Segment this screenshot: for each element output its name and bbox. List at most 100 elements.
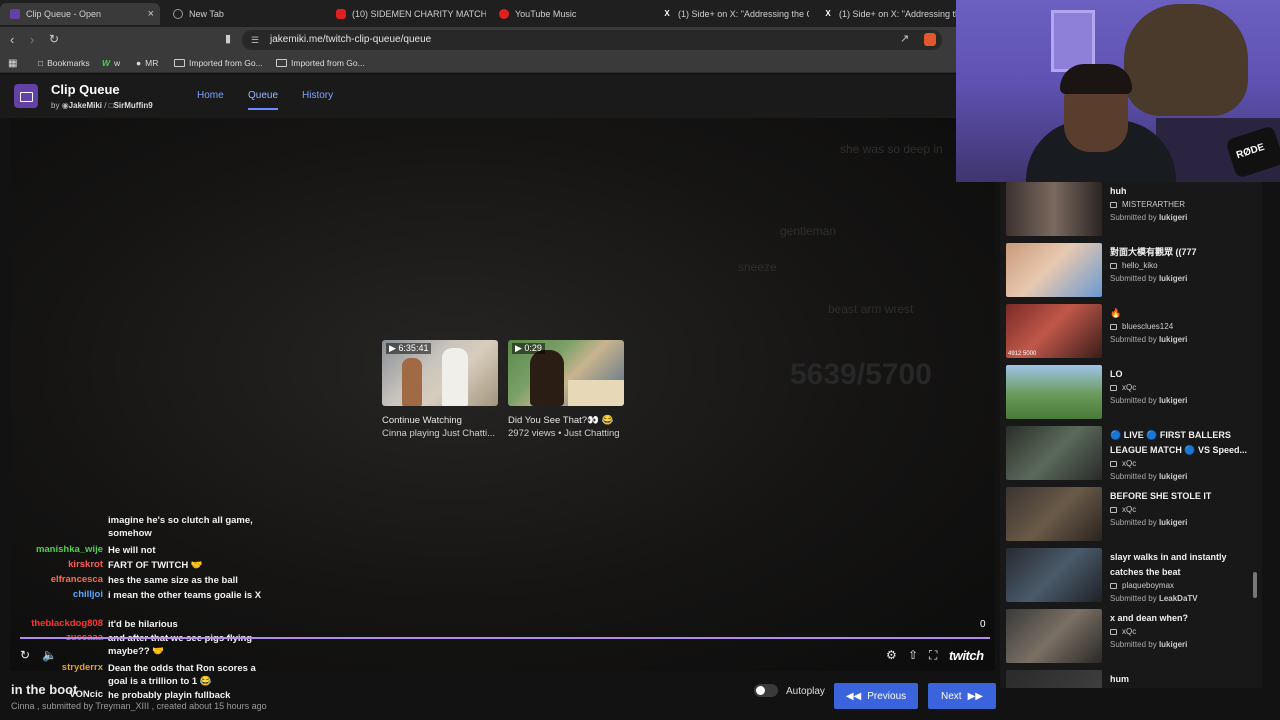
tab-side-plus-2[interactable]: X (1) Side+ on X: "Addressing the C: [813, 3, 956, 25]
nav-queue-link[interactable]: Queue: [248, 90, 279, 110]
queue-item-thumbnail: [1006, 182, 1102, 236]
tab-youtube-music[interactable]: YouTube Music: [489, 3, 649, 25]
queue-item[interactable]: 🔵 LIVE 🔵 FIRST BALLERS LEAGUE MATCH 🔵 VS…: [1006, 426, 1256, 482]
tab-sidemen[interactable]: (10) SIDEMEN CHARITY MATCH 2025: [326, 3, 486, 25]
bookmarks-icon: □: [38, 58, 44, 68]
bookmarks-button[interactable]: □ Bookmarks: [38, 58, 90, 68]
webcam-hair: [1060, 64, 1132, 94]
next-button[interactable]: Next ▶▶: [928, 683, 996, 709]
chat-bubble-icon: [1110, 583, 1117, 589]
chat-text: i mean the other teams goalie is X: [108, 590, 262, 601]
video-ghost-chat-line: gentleman: [780, 224, 837, 238]
chat-text: it'd be hilarious: [108, 619, 178, 630]
queue-item-title: x and dean when?: [1110, 613, 1189, 623]
previous-button[interactable]: ◀◀ Previous: [834, 683, 918, 709]
app-logo-icon[interactable]: [14, 84, 38, 108]
app-title: Clip Queue: [51, 82, 120, 97]
tab-side-plus-1[interactable]: X (1) Side+ on X: "Addressing the Chan: [652, 3, 809, 25]
queue-item-title: LO: [1110, 369, 1123, 379]
site-info-icon[interactable]: ☰: [251, 30, 259, 50]
chat-text: hes the same size as the ball: [108, 575, 238, 586]
tab-title: New Tab: [189, 9, 224, 19]
tab-clip-queue[interactable]: Clip Queue - Open ×: [0, 3, 160, 25]
coauthor-link[interactable]: SirMuffin9: [114, 101, 153, 110]
queue-item-thumbnail: [1006, 548, 1102, 602]
app-credits: by ◉JakeMiki / □SirMuffin9: [51, 101, 153, 110]
share-icon[interactable]: ↗: [900, 32, 909, 45]
queue-item-submitter: Submitted by LeakDaTV: [1110, 594, 1198, 603]
bookmark-mr[interactable]: ● MR: [136, 58, 158, 68]
settings-gear-icon[interactable]: ⚙: [886, 648, 897, 662]
folder-icon: [276, 59, 287, 67]
queue-item[interactable]: slayr walks in and instantly catches the…: [1006, 548, 1256, 604]
queue-item-thumbnail: [1006, 365, 1102, 419]
queue-item-thumbnail: [1006, 426, 1102, 480]
youtube-music-favicon-icon: [499, 9, 509, 19]
queue-scrollbar[interactable]: [1253, 572, 1257, 598]
queue-item[interactable]: huh MISTERARTHER Submitted by lukigeri: [1006, 182, 1256, 238]
author-link[interactable]: JakeMiki: [69, 101, 102, 110]
queue-item[interactable]: hum: [1006, 670, 1256, 688]
volume-icon[interactable]: 🔈: [42, 648, 57, 662]
brave-shield-icon[interactable]: [924, 33, 936, 46]
queue-item[interactable]: BEFORE SHE STOLE IT xQc Submitted by lukig…: [1006, 487, 1256, 543]
recommendation-card[interactable]: ▶ 0:29 Did You See That?👀 😂 2972 views •…: [508, 340, 626, 439]
queue-item[interactable]: 4912 5000 🔥 bluesclues124 Submitted by luki…: [1006, 304, 1256, 360]
queue-item-thumbnail: [1006, 609, 1102, 663]
apps-grid-icon[interactable]: ▦: [8, 58, 17, 69]
progress-bar[interactable]: [20, 637, 990, 639]
autoplay-toggle[interactable]: [754, 684, 778, 697]
chat-text: and after that we see pigs flying maybe?…: [108, 633, 252, 657]
replay-icon[interactable]: ↻: [20, 648, 30, 662]
twitch-logo[interactable]: twitch: [949, 648, 984, 663]
share-icon[interactable]: ⇧: [908, 648, 918, 662]
w-logo-icon: W: [102, 58, 111, 68]
queue-item-submitter: Submitted by lukigeri: [1110, 396, 1188, 405]
tab-new-tab[interactable]: New Tab: [163, 3, 323, 25]
person-figure: [530, 350, 564, 406]
queue-item-channel: plaqueboymax: [1110, 581, 1174, 590]
url-input[interactable]: ☰ jakemiki.me/twitch-clip-queue/queue: [242, 30, 942, 50]
bookmark-w[interactable]: Ww: [102, 58, 120, 68]
queue-item-title: BEFORE SHE STOLE IT: [1110, 491, 1212, 501]
recommendation-card[interactable]: ▶ 6:35:41 Continue Watching Cinna playin…: [382, 340, 500, 439]
bookmark-page-icon[interactable]: ▮: [225, 32, 231, 45]
queue-item-channel: xQc: [1110, 505, 1136, 514]
clip-meta: Cinna , submitted by Treyman_XIII , crea…: [11, 701, 267, 711]
github-icon: ◉: [61, 101, 69, 110]
thumbnail-caption: 4912 5000: [1008, 351, 1037, 357]
back-icon[interactable]: ‹: [10, 32, 14, 47]
fast-forward-icon: ▶▶: [967, 690, 983, 702]
recommendation-subtitle: Cinna playing Just Chatti...: [382, 428, 496, 439]
nav-history-link[interactable]: History: [302, 90, 333, 101]
x-favicon-icon: X: [825, 9, 831, 18]
queue-item[interactable]: LO xQc Submitted by lukigeri: [1006, 365, 1256, 421]
queue-item-channel: bluesclues124: [1110, 322, 1173, 331]
video-ghost-chat-line: she was so deep in: [840, 142, 943, 156]
chat-bubble-icon: [1110, 629, 1117, 635]
queue-item-title: slayr walks in and instantly catches the…: [1110, 552, 1227, 577]
queue-item-channel: hello_kiko: [1110, 261, 1158, 270]
queue-item-submitter: Submitted by lukigeri: [1110, 472, 1188, 481]
queue-item-title: 🔥: [1110, 308, 1122, 318]
chat-text: FART OF TWITCH 🤝: [108, 560, 203, 571]
forward-icon[interactable]: ›: [30, 32, 34, 47]
bookmark-folder-1[interactable]: Imported from Go...: [174, 58, 263, 68]
queue-item-thumbnail: [1006, 243, 1102, 297]
chat-bubble-icon: [1110, 385, 1117, 391]
queue-item[interactable]: 對面大模有觀眾 ((777 hello_kiko Submitted by luki…: [1006, 243, 1256, 299]
chat-text: He will not: [108, 545, 156, 556]
queue-list[interactable]: huh MISTERARTHER Submitted by lukigeri 對面大模…: [1000, 182, 1262, 688]
recommendation-subtitle: 2972 views • Just Chatting: [508, 428, 620, 439]
youtube-favicon-icon: [336, 9, 346, 19]
queue-item-channel: xQc: [1110, 627, 1136, 636]
video-ghost-chat-line: beast arm wrest: [828, 302, 914, 316]
bookmark-folder-2[interactable]: Imported from Go...: [276, 58, 365, 68]
close-tab-icon[interactable]: ×: [148, 8, 154, 20]
queue-item-thumbnail: [1006, 487, 1102, 541]
queue-item[interactable]: x and dean when? xQc Submitted by lukigeri: [1006, 609, 1256, 665]
nav-home-link[interactable]: Home: [197, 90, 224, 101]
fullscreen-icon[interactable]: ⛶: [929, 648, 937, 663]
reload-icon[interactable]: ↻: [49, 32, 59, 46]
clip-title: in the boot: [11, 682, 78, 697]
